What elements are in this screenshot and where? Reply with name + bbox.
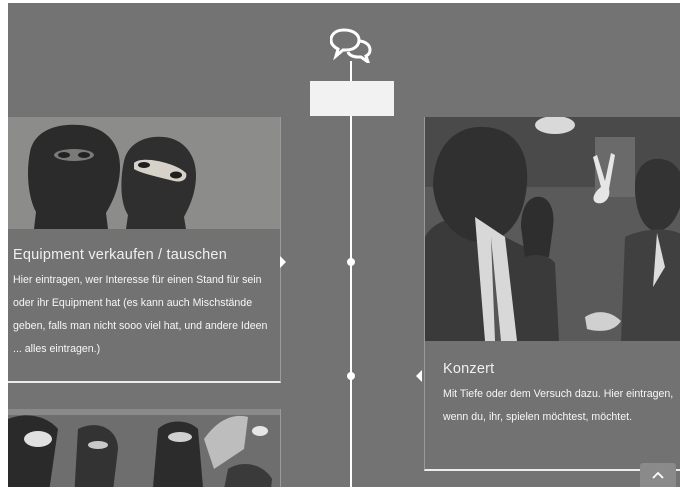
timeline-dot — [347, 372, 355, 380]
card-description: Mit Tiefe oder dem Versuch dazu. Hier ei… — [443, 388, 674, 423]
chevron-up-icon — [652, 471, 664, 479]
card-pointer — [280, 256, 286, 268]
timeline-card-konzert: Konzert Mit Tiefe oder dem Versuch dazu.… — [424, 117, 680, 471]
timeline-card-equipment: Equipment verkaufen / tauschen Hier eint… — [8, 117, 281, 383]
card-image-balaclavas — [8, 117, 280, 229]
card-title: Konzert — [443, 361, 495, 377]
scroll-to-top-button[interactable] — [640, 463, 676, 487]
card-image-party-crowd — [8, 409, 281, 487]
card-pointer — [416, 370, 422, 382]
card-title: Equipment verkaufen / tauschen — [13, 247, 227, 263]
timeline-section: Equipment verkaufen / tauschen Hier eint… — [8, 3, 680, 487]
timeline-line — [350, 61, 352, 487]
chat-bubbles-icon — [330, 28, 372, 63]
card-description: Hier eintragen, wer Interesse für einen … — [13, 274, 268, 355]
timeline-header-box — [310, 81, 394, 116]
card-image-masked-suits — [425, 117, 680, 341]
timeline-dot — [347, 258, 355, 266]
